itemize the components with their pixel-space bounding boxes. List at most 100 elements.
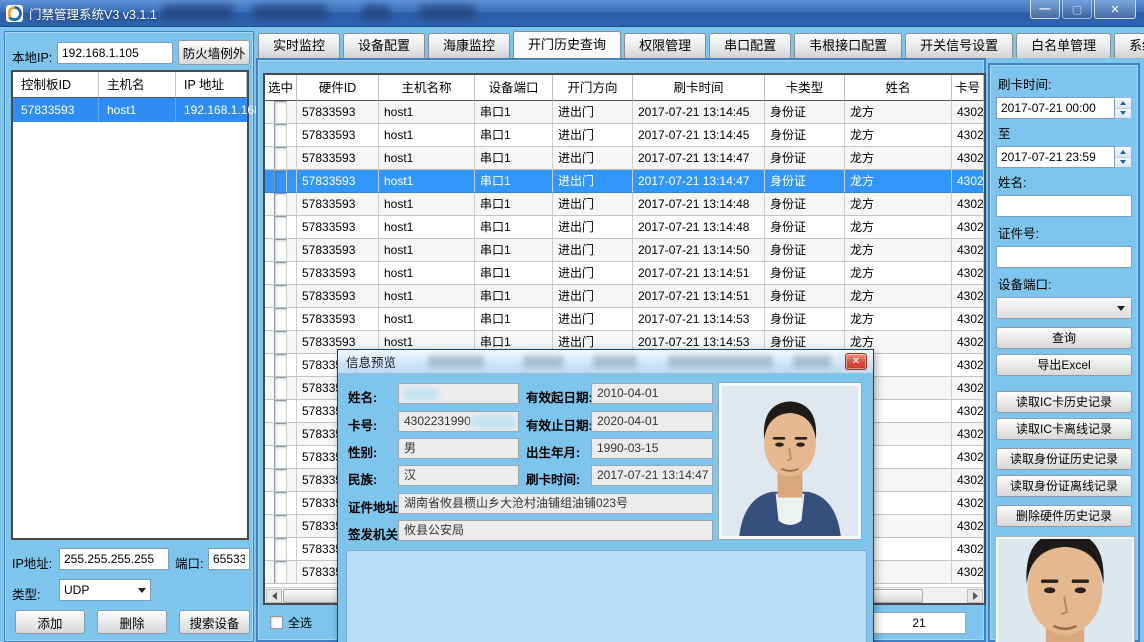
type-dropdown[interactable]: UDP: [59, 579, 151, 601]
add-button[interactable]: 添加: [15, 610, 85, 634]
history-table-header: 选中硬件ID主机名称设备端口开门方向刷卡时间卡类型姓名卡号: [265, 75, 984, 101]
table-row[interactable]: 57833593host1串口1进出门2017-07-21 13:14:48身份…: [265, 216, 984, 239]
controller-row[interactable]: 57833593host1192.168.1.168: [13, 98, 247, 122]
time-from-value[interactable]: 2017-07-21 00:00: [996, 97, 1115, 119]
query-sidebar: 刷卡时间: 2017-07-21 00:00 至 2017-07-21 23:5…: [988, 63, 1140, 642]
time-to-picker[interactable]: 2017-07-21 23:59: [996, 146, 1132, 168]
time-to-value[interactable]: 2017-07-21 23:59: [996, 146, 1115, 168]
device-port-dropdown[interactable]: [996, 297, 1132, 319]
tab-2[interactable]: 设备配置: [343, 33, 425, 58]
up-arrow-icon: [1120, 150, 1126, 154]
select-all[interactable]: 全选: [270, 614, 312, 631]
dialog-close-button[interactable]: ✕: [845, 353, 867, 370]
table-cell: 串口1: [475, 101, 553, 124]
table-row[interactable]: 57833593host1串口1进出门2017-07-21 13:14:45身份…: [265, 124, 984, 147]
row-checkbox-cell: [265, 170, 297, 193]
row-checkbox[interactable]: [274, 285, 287, 308]
table-cell: 57833593: [297, 193, 379, 216]
row-checkbox[interactable]: [274, 538, 287, 561]
scroll-right-arrow[interactable]: [967, 589, 983, 603]
table-row[interactable]: 57833593host1串口1进出门2017-07-21 13:14:45身份…: [265, 101, 984, 124]
table-cell: 43022: [952, 331, 984, 354]
table-cell: host1: [379, 216, 475, 239]
row-checkbox[interactable]: [274, 216, 287, 239]
query-button[interactable]: 查询: [996, 327, 1132, 349]
read-ic-history-button[interactable]: 读取IC卡历史记录: [996, 391, 1132, 413]
table-row[interactable]: 57833593host1串口1进出门2017-07-21 13:14:48身份…: [265, 193, 984, 216]
spin-down-button[interactable]: [1115, 158, 1131, 168]
close-button[interactable]: ✕: [1094, 0, 1136, 19]
spin-down-button[interactable]: [1115, 109, 1131, 119]
minimize-button[interactable]: —: [1030, 0, 1060, 19]
delete-button[interactable]: 删除: [97, 610, 167, 634]
table-cell: host1: [379, 262, 475, 285]
row-checkbox[interactable]: [274, 377, 287, 400]
tab-4[interactable]: 开门历史查询: [513, 31, 621, 58]
row-checkbox[interactable]: [274, 193, 287, 216]
tab-3[interactable]: 海康监控: [428, 33, 510, 58]
port-input[interactable]: [208, 548, 250, 570]
local-ip-input[interactable]: [57, 42, 173, 64]
table-row[interactable]: 57833593host1串口1进出门2017-07-21 13:14:53身份…: [265, 308, 984, 331]
row-checkbox[interactable]: [274, 515, 287, 538]
row-checkbox[interactable]: [274, 469, 287, 492]
delete-hw-history-button[interactable]: 删除硬件历史记录: [996, 505, 1132, 527]
table-row[interactable]: 57833593host1串口1进出门2017-07-21 13:14:51身份…: [265, 262, 984, 285]
table-cell: 身份证: [765, 170, 845, 193]
to-label: 至: [998, 123, 1132, 142]
firewall-exception-button[interactable]: 防火墙例外: [178, 40, 250, 65]
row-checkbox[interactable]: [274, 446, 287, 469]
spin-up-button[interactable]: [1115, 147, 1131, 158]
dialog-titlebar: 信息预览 ✕: [338, 350, 873, 374]
export-excel-button[interactable]: 导出Excel: [996, 354, 1132, 376]
tab-10[interactable]: 系统设置: [1114, 33, 1144, 58]
row-checkbox[interactable]: [274, 170, 287, 193]
id-number-input[interactable]: [996, 246, 1132, 268]
table-cell: 龙方: [845, 216, 952, 239]
row-checkbox[interactable]: [274, 308, 287, 331]
tab-9[interactable]: 白名单管理: [1016, 33, 1111, 58]
spin-up-button[interactable]: [1115, 98, 1131, 109]
controller-table[interactable]: 控制板ID主机名IP 地址 57833593host1192.168.1.168: [11, 70, 249, 540]
row-checkbox[interactable]: [274, 423, 287, 446]
read-id-history-button[interactable]: 读取身份证历史记录: [996, 448, 1132, 470]
type-label: 类型:: [12, 584, 40, 603]
tab-7[interactable]: 韦根接口配置: [794, 33, 902, 58]
history-col-header-3: 主机名称: [379, 75, 475, 101]
time-from-picker[interactable]: 2017-07-21 00:00: [996, 97, 1132, 119]
select-all-checkbox[interactable]: [270, 616, 283, 629]
tab-1[interactable]: 实时监控: [258, 33, 340, 58]
row-checkbox[interactable]: [274, 400, 287, 423]
table-row[interactable]: 57833593host1串口1进出门2017-07-21 13:14:51身份…: [265, 285, 984, 308]
scroll-left-arrow[interactable]: [266, 589, 282, 603]
table-row[interactable]: 57833593host1串口1进出门2017-07-21 13:14:47身份…: [265, 170, 984, 193]
row-checkbox[interactable]: [274, 147, 287, 170]
time-from-spinner[interactable]: [1115, 97, 1132, 119]
row-checkbox[interactable]: [274, 331, 287, 354]
table-row[interactable]: 57833593host1串口1进出门2017-07-21 13:14:47身份…: [265, 147, 984, 170]
table-cell: 57833593: [297, 101, 379, 124]
tab-5[interactable]: 权限管理: [624, 33, 706, 58]
table-cell: 龙方: [845, 124, 952, 147]
row-checkbox[interactable]: [274, 262, 287, 285]
table-cell: 2017-07-21 13:14:47: [633, 147, 765, 170]
maximize-button[interactable]: ▢: [1062, 0, 1092, 19]
search-device-button[interactable]: 搜索设备: [179, 610, 250, 634]
redacted-blob: [668, 356, 773, 368]
time-to-spinner[interactable]: [1115, 146, 1132, 168]
id-address-field: 湖南省攸县槚山乡大沧村油铺组油铺023号: [398, 493, 713, 514]
tab-6[interactable]: 串口配置: [709, 33, 791, 58]
tab-8[interactable]: 开关信号设置: [905, 33, 1013, 58]
row-checkbox[interactable]: [274, 239, 287, 262]
broadcast-ip-input[interactable]: [59, 548, 169, 570]
row-checkbox[interactable]: [274, 492, 287, 515]
row-checkbox[interactable]: [274, 101, 287, 124]
row-checkbox[interactable]: [274, 561, 287, 584]
name-input[interactable]: [996, 195, 1132, 217]
table-row[interactable]: 57833593host1串口1进出门2017-07-21 13:14:50身份…: [265, 239, 984, 262]
row-checkbox[interactable]: [274, 354, 287, 377]
redacted-blob: [471, 416, 517, 428]
read-ic-offline-button[interactable]: 读取IC卡离线记录: [996, 418, 1132, 440]
read-id-offline-button[interactable]: 读取身份证离线记录: [996, 475, 1132, 497]
row-checkbox[interactable]: [274, 124, 287, 147]
